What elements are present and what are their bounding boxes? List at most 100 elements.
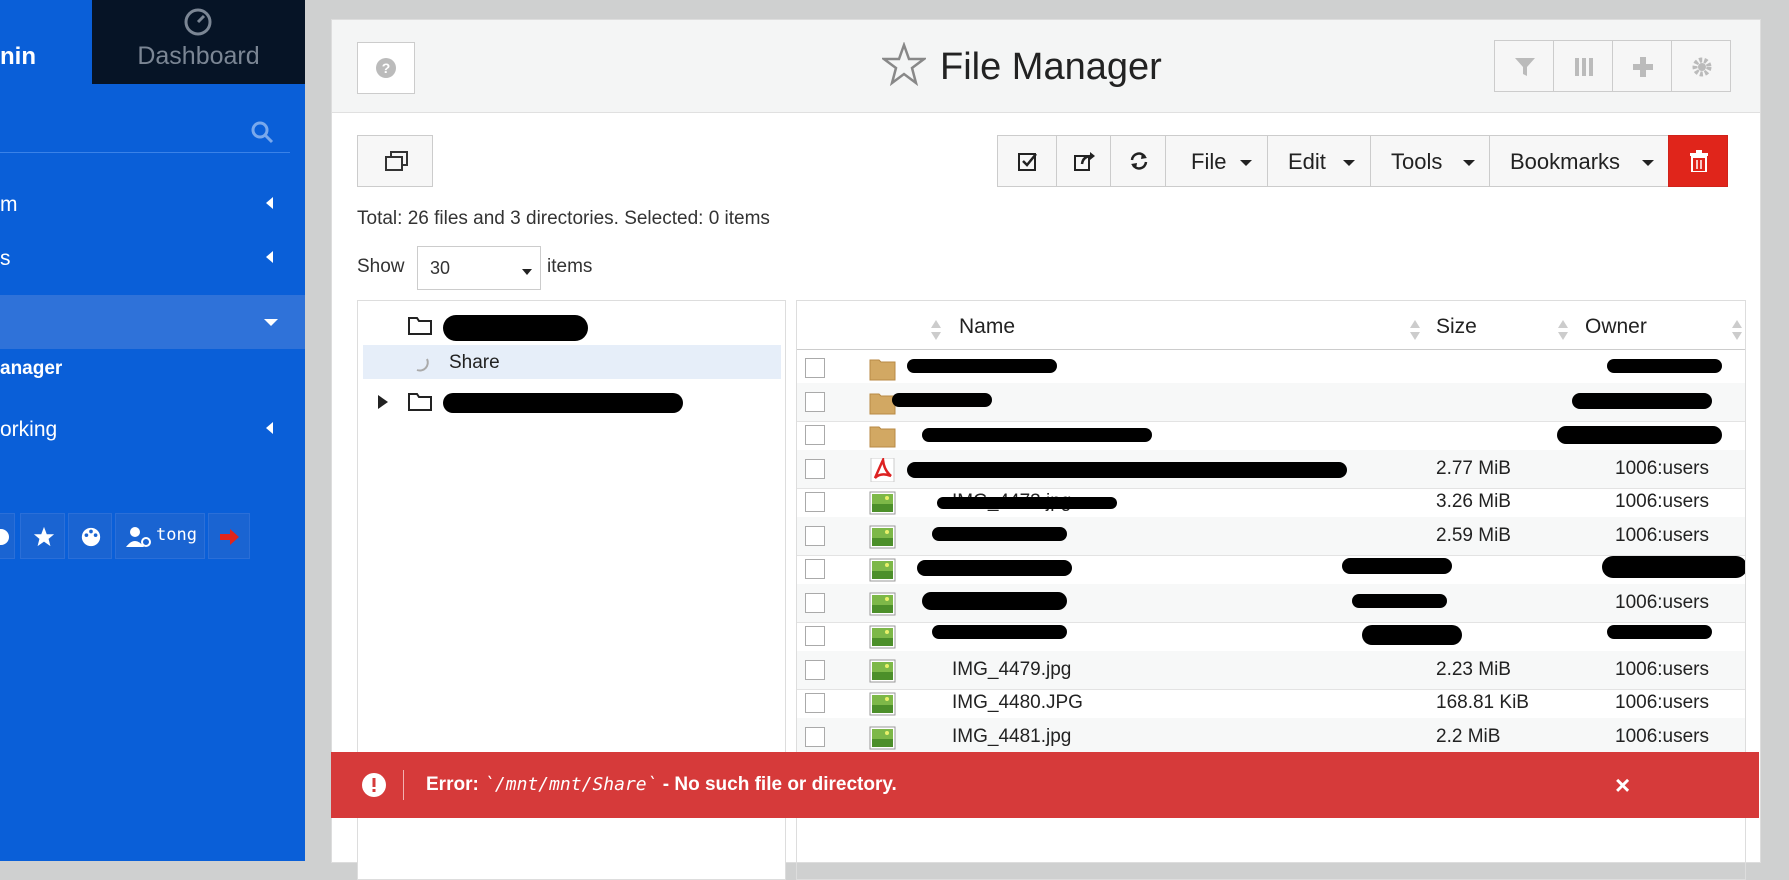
- file-name: IMG_4479.jpg: [952, 658, 1072, 680]
- tree-item[interactable]: [363, 385, 781, 419]
- redaction-mark: [1607, 625, 1712, 639]
- add-button[interactable]: [1612, 40, 1672, 92]
- user-settings-button[interactable]: tong: [115, 513, 205, 559]
- expand-arrow-icon[interactable]: [378, 395, 388, 409]
- columns-button[interactable]: [1553, 40, 1613, 92]
- image-icon: [869, 692, 896, 716]
- row-checkbox[interactable]: [805, 726, 825, 747]
- image-icon: [869, 558, 896, 582]
- file-menu-button[interactable]: File: [1165, 135, 1268, 187]
- redaction-mark: [922, 591, 1067, 610]
- redaction-mark: [932, 625, 1067, 639]
- select-all-button[interactable]: [997, 135, 1057, 187]
- row-checkbox[interactable]: [805, 425, 825, 445]
- image-icon: [869, 659, 896, 682]
- error-path: `/mnt/mnt/Share`: [484, 774, 658, 795]
- share-button[interactable]: [1056, 135, 1111, 187]
- sort-icon[interactable]: [1732, 318, 1742, 342]
- row-checkbox[interactable]: [805, 492, 825, 512]
- star-outline-icon[interactable]: [882, 42, 926, 86]
- pdf-icon: [870, 457, 895, 482]
- edit-menu-label: Edit: [1288, 149, 1326, 174]
- column-name[interactable]: Name: [959, 315, 1015, 339]
- row-checkbox[interactable]: [805, 626, 825, 646]
- brand[interactable]: nin: [0, 0, 92, 84]
- palette-button[interactable]: [68, 513, 112, 559]
- column-owner[interactable]: Owner: [1585, 315, 1647, 339]
- show-label: Show: [357, 256, 405, 277]
- chevron-left-icon: [266, 251, 273, 263]
- redaction-mark: [1362, 625, 1462, 645]
- error-prefix: Error:: [426, 774, 479, 795]
- row-checkbox[interactable]: [805, 592, 825, 613]
- file-size: 2.2 MiB: [1436, 725, 1501, 747]
- sidebar-item-active[interactable]: [0, 295, 305, 349]
- redaction-mark: [1602, 556, 1745, 578]
- error-message: Error: `/mnt/mnt/Share` - No such file o…: [426, 774, 897, 796]
- row-checkbox[interactable]: [805, 458, 825, 479]
- theme-button[interactable]: [0, 513, 15, 559]
- file-owner: 1006:users: [1615, 658, 1710, 680]
- refresh-button[interactable]: [1110, 135, 1166, 187]
- dashboard-tab[interactable]: Dashboard: [92, 0, 305, 84]
- sidebar-item-4[interactable]: orking: [0, 403, 305, 457]
- items-per-page-select[interactable]: 30: [417, 246, 541, 290]
- columns-icon: [1575, 58, 1593, 76]
- delete-button[interactable]: [1668, 135, 1728, 187]
- row-checkbox[interactable]: [805, 391, 825, 412]
- filter-button[interactable]: [1494, 40, 1554, 92]
- file-summary: Total: 26 files and 3 directories. Selec…: [357, 208, 770, 229]
- caret-down-icon: [522, 269, 532, 275]
- image-icon: [869, 726, 896, 749]
- trash-icon: [1690, 150, 1708, 172]
- toggle-tree-button[interactable]: [357, 135, 433, 187]
- file-menu-label: File: [1191, 149, 1227, 174]
- sort-icon[interactable]: [1410, 318, 1420, 342]
- share-icon: [1074, 152, 1095, 171]
- row-checkbox[interactable]: [805, 358, 825, 378]
- logout-icon: [220, 529, 239, 545]
- caret-down-icon: [1240, 160, 1252, 166]
- column-size[interactable]: Size: [1436, 315, 1477, 339]
- folder-outline-icon: [408, 317, 432, 335]
- sort-icon[interactable]: [1558, 318, 1568, 342]
- redaction-mark: [1607, 359, 1722, 373]
- folder-icon: [869, 359, 896, 381]
- tree-item-selected[interactable]: Share: [363, 345, 781, 379]
- tree-item[interactable]: [363, 309, 781, 343]
- help-button[interactable]: ?: [357, 42, 415, 94]
- row-checkbox[interactable]: [805, 559, 825, 579]
- row-checkbox[interactable]: [805, 659, 825, 680]
- sidebar-search-input[interactable]: [0, 112, 290, 153]
- row-checkbox[interactable]: [805, 693, 825, 713]
- file-size: 2.77 MiB: [1436, 457, 1511, 479]
- dashboard-label: Dashboard: [137, 42, 260, 70]
- close-icon[interactable]: ×: [1615, 770, 1630, 801]
- settings-button[interactable]: [1671, 40, 1731, 92]
- edit-menu-button[interactable]: Edit: [1267, 135, 1371, 187]
- sidebar-item-1[interactable]: m: [0, 178, 305, 232]
- star-icon: [33, 526, 55, 547]
- sidebar-item-label: orking: [0, 418, 58, 441]
- tools-menu-button[interactable]: Tools: [1370, 135, 1490, 187]
- sidebar-subitem-file-manager[interactable]: anager: [0, 358, 62, 380]
- sidebar-item-2[interactable]: s: [0, 232, 305, 286]
- row-checkbox[interactable]: [805, 525, 825, 546]
- file-name: IMG_4481.jpg: [952, 725, 1072, 747]
- redaction-mark: [917, 560, 1072, 576]
- caret-down-icon: [1463, 160, 1475, 166]
- bookmarks-menu-button[interactable]: Bookmarks: [1489, 135, 1669, 187]
- favorites-button[interactable]: [20, 513, 65, 559]
- search-icon[interactable]: [250, 120, 274, 144]
- check-square-icon: [1018, 153, 1037, 171]
- sort-icon[interactable]: [931, 318, 941, 342]
- palette-icon: [81, 527, 101, 547]
- redaction-mark: [1352, 593, 1447, 608]
- items-per-page-value: 30: [430, 258, 451, 278]
- page-title: File Manager: [940, 46, 1162, 88]
- logout-button[interactable]: [208, 513, 250, 559]
- plus-icon: [1633, 57, 1653, 77]
- sidebar: nin Dashboard m s anager orking tong: [0, 0, 305, 861]
- image-icon: [869, 525, 896, 548]
- redaction-mark: [1572, 392, 1712, 409]
